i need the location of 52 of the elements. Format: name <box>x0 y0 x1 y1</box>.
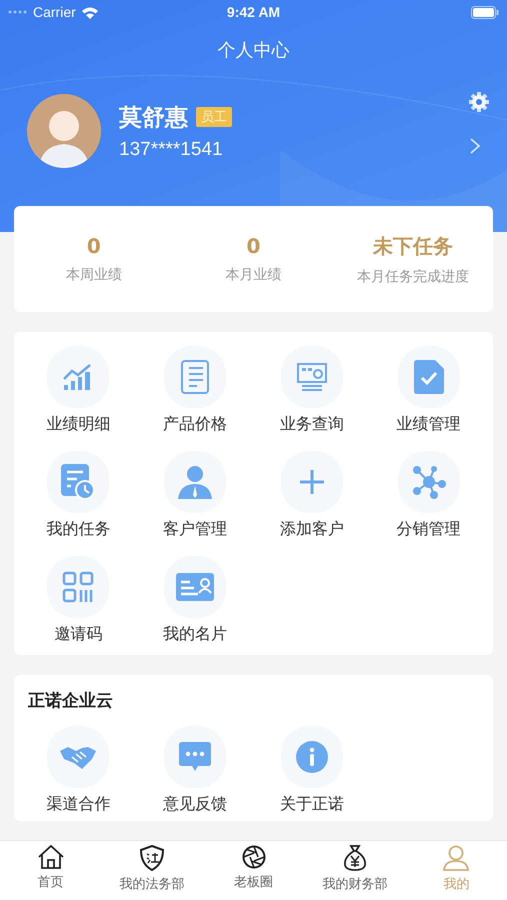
money-bag-icon <box>342 845 367 871</box>
message-icon <box>179 742 212 772</box>
stat-value: 0 <box>86 234 101 258</box>
info-icon <box>296 741 328 773</box>
price-list-icon <box>179 359 212 395</box>
settings-icon[interactable] <box>469 92 489 112</box>
stat-label: 本月业绩 <box>226 266 282 284</box>
business-card-icon <box>176 573 214 601</box>
handshake-icon <box>60 745 96 769</box>
person-icon <box>178 465 212 499</box>
menu-item[interactable]: 渠道合作 <box>46 794 110 815</box>
task-clock-icon <box>61 464 96 500</box>
tab[interactable]: 我的财务部 <box>304 841 406 900</box>
user-icon <box>443 845 470 871</box>
menu-item[interactable]: 客户管理 <box>163 519 228 540</box>
stat-value: 未下任务 <box>373 232 454 260</box>
home-icon <box>38 845 64 869</box>
menu-item[interactable]: 我的名片 <box>163 624 228 645</box>
status-time: 9:42 AM <box>226 4 282 20</box>
stat-value: 0 <box>246 234 260 258</box>
tab[interactable]: 首页 <box>0 841 102 900</box>
menu-item[interactable]: 我的任务 <box>46 519 110 540</box>
stat-label: 本周业绩 <box>66 266 122 284</box>
menu-item[interactable]: 业务查询 <box>280 414 344 435</box>
document-check-icon <box>414 360 444 394</box>
tab[interactable]: 老板圈 <box>202 841 304 900</box>
section-title: 正诺企业云 <box>27 690 114 713</box>
wifi-icon <box>80 6 99 18</box>
menu-item[interactable]: 业绩明细 <box>46 414 110 435</box>
page-title: 个人中心 <box>216 39 290 62</box>
network-icon <box>412 465 446 499</box>
search-document-icon <box>296 362 328 392</box>
qr-code-icon <box>62 571 94 603</box>
carrier-name: Carrier <box>33 4 76 20</box>
role-badge: 员工 <box>196 107 232 127</box>
phone-number: 137****1541 <box>119 138 224 160</box>
tab[interactable]: 我的法务部 <box>101 841 203 900</box>
menu-item[interactable]: 分销管理 <box>396 519 461 540</box>
battery-icon <box>471 6 500 18</box>
menu-item[interactable]: 添加客户 <box>280 519 344 540</box>
signal-icon <box>8 10 28 14</box>
menu-item[interactable]: 关于正诺 <box>280 794 344 815</box>
stat-label: 本月任务完成进度 <box>357 268 470 286</box>
chevron-right-icon[interactable] <box>470 138 480 154</box>
user-name: 莫舒惠 <box>119 104 188 132</box>
menu-item[interactable]: 产品价格 <box>163 414 228 435</box>
menu-item[interactable]: 意见反馈 <box>163 794 228 815</box>
menu-item[interactable]: 邀请码 <box>54 624 102 645</box>
plus-icon <box>300 470 324 494</box>
menu-item[interactable]: 业绩管理 <box>396 414 461 435</box>
aperture-icon <box>242 845 266 869</box>
shield-icon <box>140 845 164 871</box>
